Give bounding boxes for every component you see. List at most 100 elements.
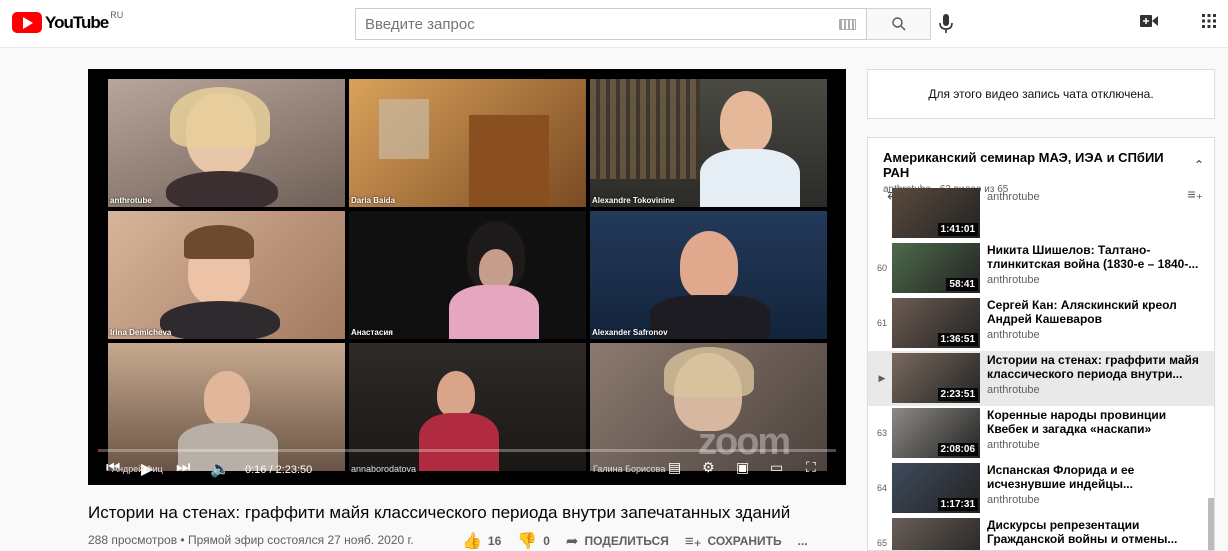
thumbs-down-icon: 👎 (517, 533, 538, 550)
playlist-item[interactable]: 64 1:17:31 Испанская Флорида и ее исчезнув… (868, 461, 1214, 516)
playlist-item-index: 63 (876, 428, 887, 438)
share-button[interactable]: ➦ ПОДЕЛИТЬСЯ (566, 532, 669, 550)
participant-name: Анастасия (351, 328, 393, 337)
playlist-item-title: Испанская Флорида и ее исчезнувшие индей… (987, 463, 1135, 491)
playlist-item[interactable]: 61 1:36:51 Сергей Кан: Аляскинский креол А… (868, 296, 1214, 351)
participant-tile: Alexandre Tokovinine (590, 79, 827, 207)
video-meta: 288 просмотров • Прямой эфир состоялся 2… (88, 533, 414, 547)
more-icon: ... (797, 534, 808, 548)
progress-bar[interactable] (98, 449, 836, 452)
keyboard-icon[interactable] (839, 19, 856, 30)
participant-name: Alexander Safronov (592, 328, 668, 337)
save-button[interactable]: ≡₊ СОХРАНИТЬ (685, 532, 782, 550)
playlist-item[interactable]: 65 Дискурсы репрезентации Гражданской вой… (868, 516, 1214, 550)
participant-name: annaborodatova (351, 464, 417, 474)
playlist-thumbnail: 1:41:01 (892, 188, 980, 238)
masthead: YouTube RU (0, 0, 1228, 48)
video-player[interactable]: anthrotube Daria Baida Alexandre Tokovin… (88, 69, 846, 485)
playlist-item-channel: anthrotube (987, 274, 1040, 286)
share-arrow-icon: ➦ (565, 533, 579, 550)
playlist-item[interactable]: 60 58:41 Никита Шишелов: Талтано-тлинкитск… (868, 241, 1214, 296)
chat-disabled-text: Для этого видео запись чата отключена. (928, 87, 1154, 101)
next-icon[interactable]: ⏭ (176, 459, 190, 477)
playlist-item-text: Испанская Флорида и ее исчезнувшие индей… (987, 463, 1207, 506)
like-button[interactable]: 👍 16 (462, 531, 501, 551)
playlist-items: 1:41:01 anthrotube 60 58:41 Никита Шишелов: … (868, 188, 1214, 550)
playlist-item[interactable]: ▶ 2:23:51 Истории на стенах: граффити майя… (868, 351, 1214, 406)
video-duration: 1:41:01 (937, 223, 978, 236)
volume-icon[interactable]: 🔈 (210, 459, 230, 479)
video-duration: 1:36:51 (937, 333, 978, 346)
search-icon (891, 17, 905, 31)
create-video-icon[interactable] (1140, 14, 1158, 28)
playlist-item[interactable]: 1:41:01 anthrotube (868, 186, 1214, 241)
playlist-thumbnail (892, 518, 980, 550)
playlist-panel: Американский семинар МАЭ, ИЭА и СПбИИ РА… (867, 137, 1215, 551)
video-duration: 1:17:31 (937, 498, 978, 511)
playlist-item-channel: anthrotube (987, 439, 1040, 451)
video-duration: 2:23:51 (937, 388, 978, 401)
search-input[interactable] (356, 9, 826, 39)
playlist-title[interactable]: Американский семинар МАЭ, ИЭА и СПбИИ РА… (883, 150, 1183, 180)
participant-name: Irina Demicheva (110, 328, 172, 337)
theater-mode-icon[interactable]: ▭ (770, 459, 783, 476)
apps-grid-icon[interactable] (1202, 14, 1216, 28)
progress-fill (98, 449, 100, 452)
microphone-icon[interactable] (937, 12, 955, 36)
region-label: RU (110, 10, 124, 20)
search-box (355, 8, 867, 40)
playlist-item-channel: anthrotube (987, 191, 1040, 203)
playlist-scrollbar[interactable] (1208, 498, 1214, 550)
participant-tile: Alexander Safronov (590, 211, 827, 339)
add-to-playlist-icon: ≡₊ (684, 533, 702, 550)
participant-tile: Daria Baida (349, 79, 586, 207)
like-count: 16 (487, 534, 502, 548)
collapse-chevron-icon[interactable]: ⌃ (1194, 158, 1204, 172)
playlist-item-title: Коренные народы провинции Квебек и загад… (987, 408, 1167, 436)
playlist-item-text: Истории на стенах: граффити майя классич… (987, 353, 1207, 396)
search-button[interactable] (867, 8, 931, 40)
playlist-item-index: 64 (876, 483, 887, 493)
playlist-item-text: Никита Шишелов: Талтано-тлинкитская войн… (987, 243, 1207, 286)
playlist-thumbnail: 58:41 (892, 243, 980, 293)
miniplayer-icon[interactable]: ▣ (736, 459, 749, 476)
settings-icon[interactable]: ⚙ (702, 459, 715, 476)
video-actions: 👍 16 👎 0 ➦ ПОДЕЛИТЬСЯ ≡₊ СОХРАНИТЬ ... (462, 531, 824, 551)
playlist-thumbnail: 1:17:31 (892, 463, 980, 513)
fullscreen-icon[interactable]: ⛶ (806, 459, 816, 476)
playlist-item-channel: anthrotube (987, 384, 1040, 396)
header-actions (1140, 14, 1216, 28)
playlist-item-text: Коренные народы провинции Квебек и загад… (987, 408, 1207, 451)
playlist-item-text: anthrotube (987, 188, 1207, 203)
logo-text: YouTube (45, 13, 109, 32)
video-title: Истории на стенах: граффити майя классич… (88, 503, 791, 522)
playlist-thumbnail: 2:08:06 (892, 408, 980, 458)
youtube-logo[interactable]: YouTube RU (12, 10, 124, 33)
participant-name: Alexandre Tokovinine (592, 196, 675, 205)
playlist-thumbnail: 1:36:51 (892, 298, 980, 348)
playlist-item-index: ▶ (878, 373, 886, 383)
playlist-item[interactable]: 63 2:08:06 Коренные народы провинции Квебе… (868, 406, 1214, 461)
video-duration: 2:08:06 (937, 443, 978, 456)
participant-tile: Irina Demicheva (108, 211, 345, 339)
participant-tile: Анастасия (349, 211, 586, 339)
video-duration: 58:41 (946, 278, 978, 291)
playlist-item-title: Никита Шишелов: Талтано-тлинкитская войн… (987, 243, 1199, 271)
dislike-count: 0 (543, 534, 550, 548)
subtitles-icon[interactable]: ▤ (668, 459, 681, 476)
save-label: СОХРАНИТЬ (707, 534, 782, 548)
playlist-item-title: Дискурсы репрезентации Гражданской войны… (987, 518, 1178, 546)
dislike-button[interactable]: 👎 0 (517, 531, 550, 551)
youtube-play-icon (12, 12, 42, 33)
participant-tile: anthrotube (108, 79, 345, 207)
more-actions-button[interactable]: ... (798, 534, 808, 548)
playlist-item-index: 60 (876, 263, 887, 273)
playlist-item-title: Истории на стенах: граффити майя классич… (987, 353, 1199, 381)
participant-name: Андрей Фиц (112, 464, 163, 474)
playlist-item-index: 61 (876, 318, 887, 328)
playlist-item-title: Сергей Кан: Аляскинский креол Андрей Каш… (987, 298, 1177, 326)
thumbs-up-icon: 👍 (462, 533, 482, 550)
share-label: ПОДЕЛИТЬСЯ (584, 534, 669, 548)
zoom-gallery: anthrotube Daria Baida Alexandre Tokovin… (108, 79, 827, 479)
playlist-item-index: 65 (876, 538, 887, 548)
